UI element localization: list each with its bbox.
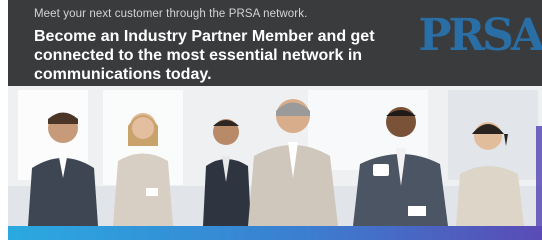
tagline: Meet your next customer through the PRSA… [34,8,308,20]
headline: Become an Industry Partner Member and ge… [34,28,375,83]
banner-header: Meet your next customer through the PRSA… [8,0,542,86]
photo-illustration [8,86,542,226]
accent-bar [8,226,542,240]
prsa-banner: Meet your next customer through the PRSA… [0,0,542,240]
prsa-logo: PRSA [418,10,542,61]
networking-photo [8,86,542,226]
